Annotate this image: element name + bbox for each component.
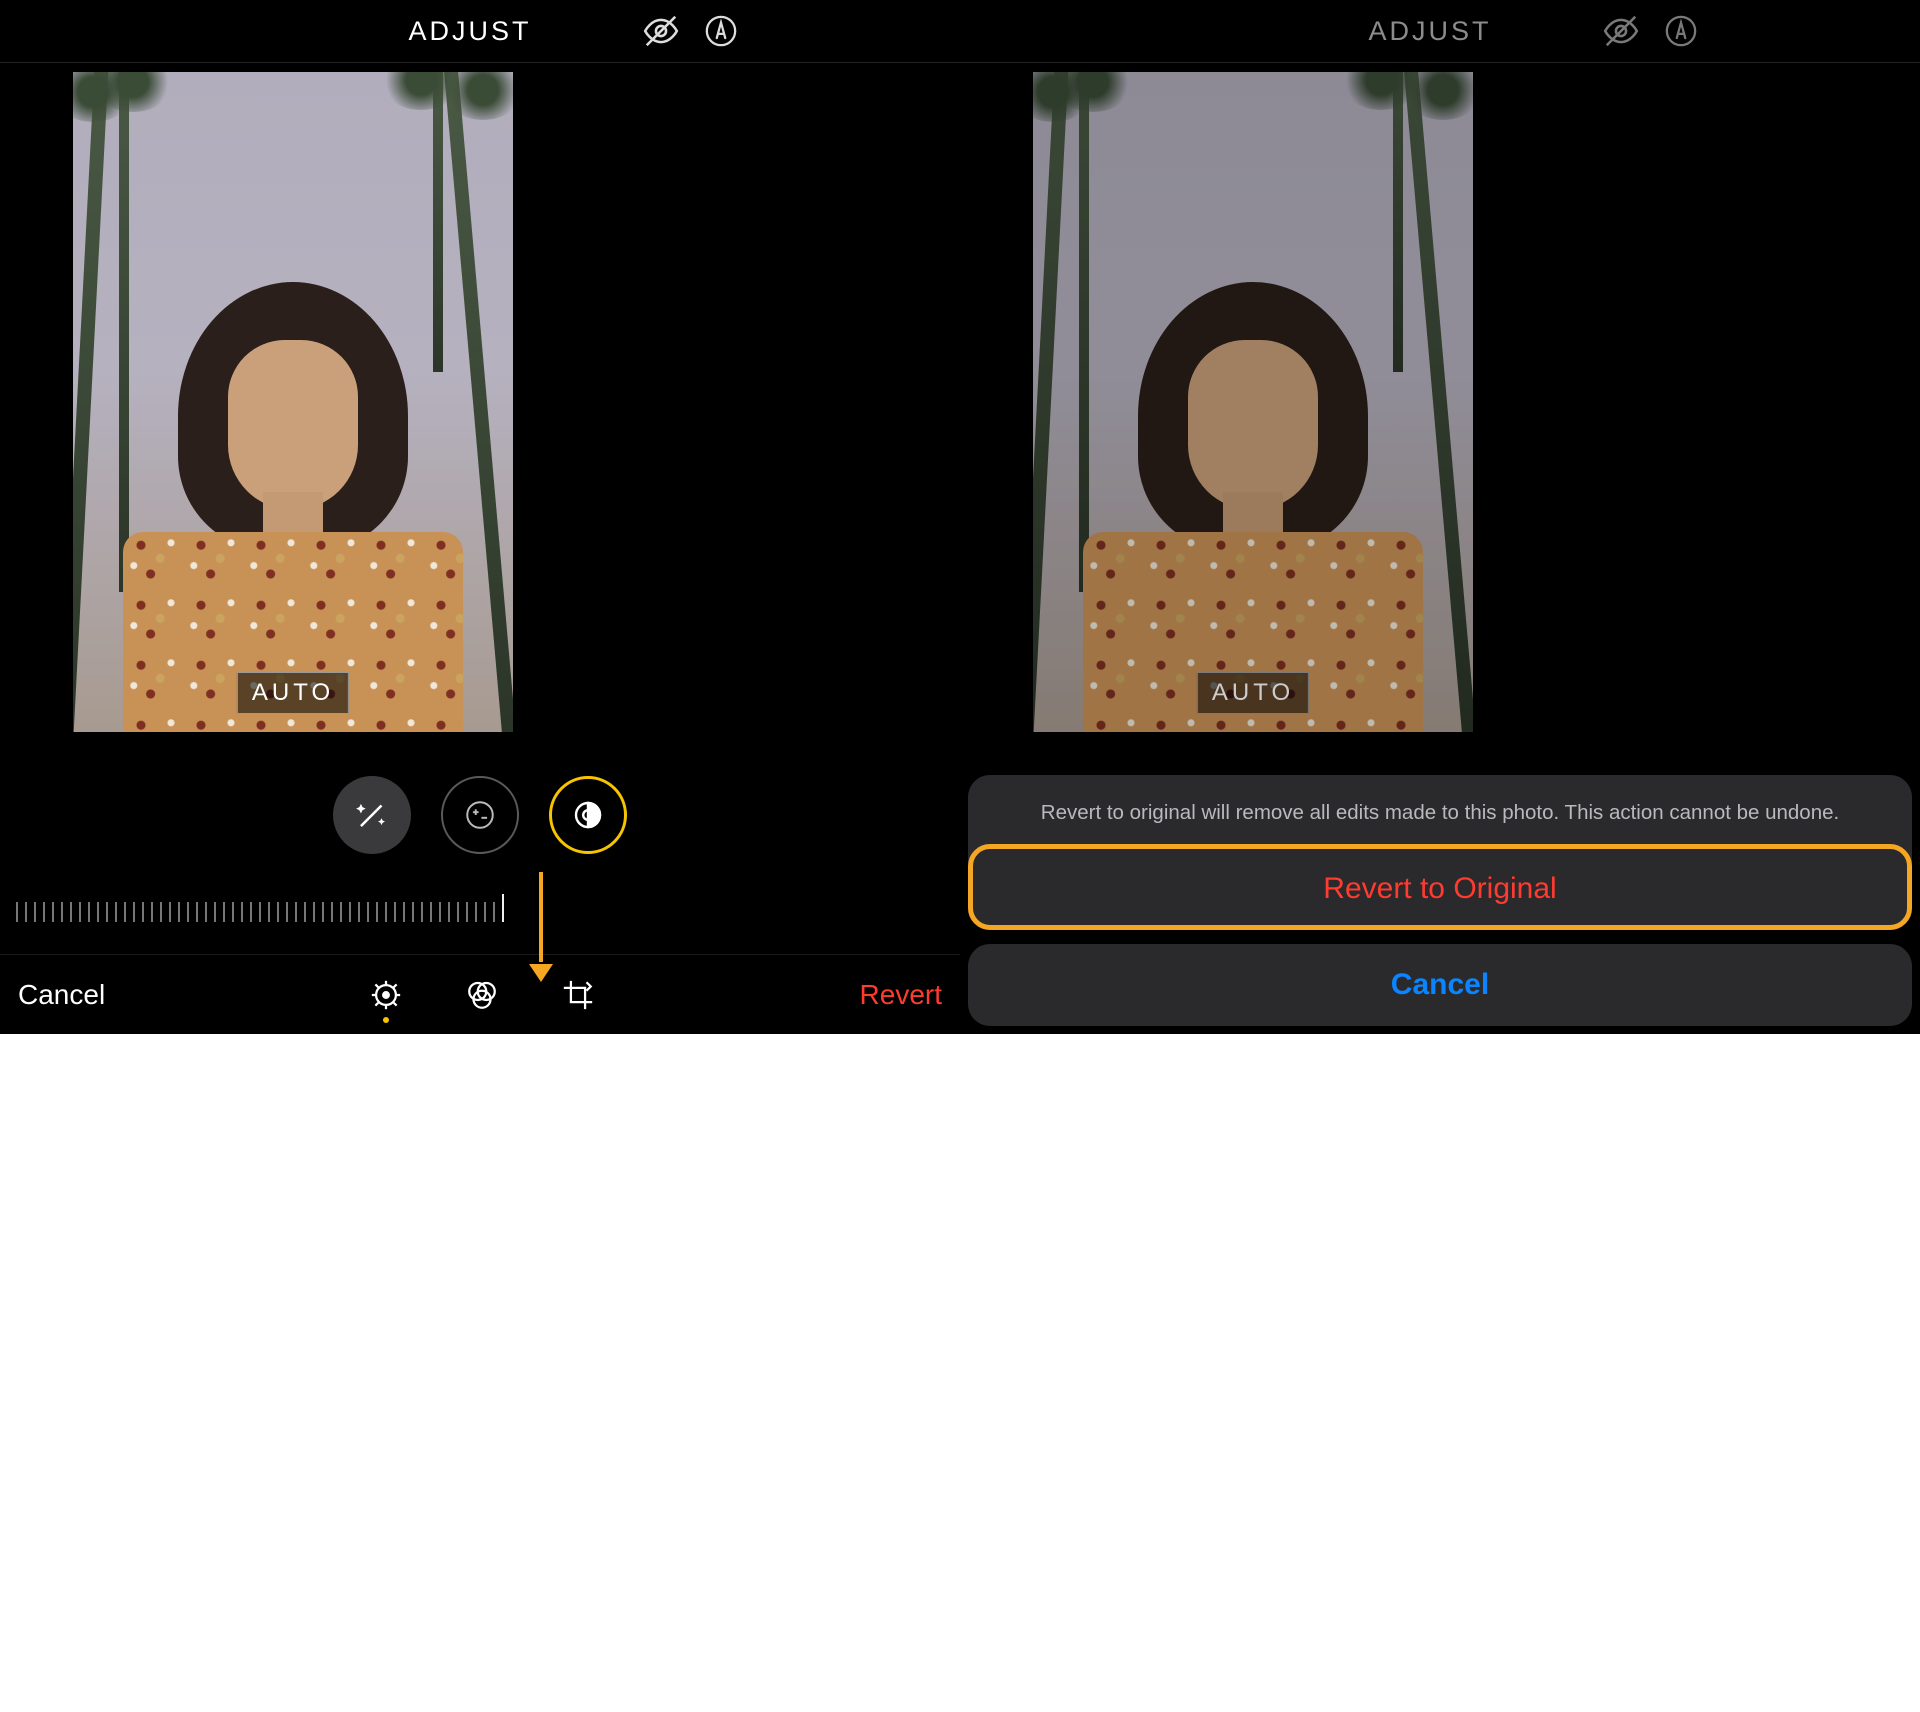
top-title: ADJUST	[319, 16, 622, 47]
auto-badge: AUTO	[237, 672, 349, 714]
crop-tab-icon[interactable]	[560, 977, 596, 1013]
top-bar: ADJUST	[0, 0, 960, 63]
exposure-button[interactable]	[441, 776, 519, 854]
stage: ADJUST	[0, 0, 1920, 1712]
action-sheet-main: Revert to original will remove all edits…	[968, 775, 1912, 930]
filters-tab-icon[interactable]	[464, 977, 500, 1013]
auto-badge: AUTO	[1197, 672, 1309, 714]
bottom-bar: Cancel	[0, 954, 960, 1034]
annotation-arrow	[526, 872, 556, 982]
markup-icon	[1661, 11, 1701, 51]
eye-off-icon[interactable]	[641, 11, 681, 51]
slider-ticks	[16, 894, 944, 922]
brilliance-button[interactable]	[549, 776, 627, 854]
revert-to-original-button[interactable]: Revert to Original	[988, 847, 1892, 930]
phone-left: ADJUST	[0, 0, 960, 1034]
markup-icon[interactable]	[701, 11, 741, 51]
cancel-button[interactable]: Cancel	[18, 979, 105, 1011]
active-tab-dot	[383, 1017, 389, 1023]
top-title: ADJUST	[1279, 16, 1582, 47]
action-sheet-cancel-button[interactable]: Cancel	[968, 944, 1912, 1026]
phone-right: ADJUST	[960, 0, 1920, 1034]
action-sheet: Revert to original will remove all edits…	[968, 775, 1912, 1026]
photo-preview: AUTO	[1033, 72, 1473, 732]
auto-enhance-button[interactable]	[333, 776, 411, 854]
action-sheet-message: Revert to original will remove all edits…	[988, 793, 1892, 847]
eye-off-icon	[1601, 11, 1641, 51]
photo-preview[interactable]: AUTO	[73, 72, 513, 732]
top-bar: ADJUST	[960, 0, 1920, 63]
revert-button[interactable]: Revert	[860, 979, 942, 1011]
adjust-tab-icon[interactable]	[368, 977, 404, 1013]
adjust-tools-row	[0, 770, 960, 860]
adjust-slider[interactable]	[16, 888, 944, 928]
